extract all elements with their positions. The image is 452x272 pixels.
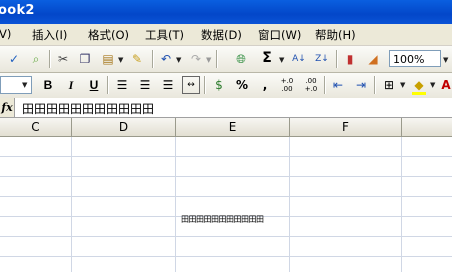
borders-dropdown-icon[interactable]: ▼	[400, 81, 405, 89]
research-icon[interactable]: ⌕	[27, 50, 45, 68]
paste-icon[interactable]: ▤	[99, 50, 117, 68]
menu-view[interactable]: V)	[0, 27, 11, 41]
formula-input[interactable]: 田田田田田田田田田田田	[22, 100, 154, 117]
font-size-dropdown-icon[interactable]: ▼	[22, 81, 27, 89]
menu-format[interactable]: 格式(O)	[88, 27, 129, 43]
sort-descending-icon[interactable]: Z↓	[313, 50, 331, 68]
autosum-dropdown-icon[interactable]: ▼	[279, 56, 284, 64]
increase-decimal-button[interactable]: +.0 .00	[276, 76, 298, 94]
column-header-c[interactable]: C	[0, 118, 72, 137]
column-header-d[interactable]: D	[72, 118, 176, 137]
comma-style-button[interactable]: ,	[256, 76, 274, 94]
menu-insert[interactable]: 插入(I)	[32, 27, 67, 43]
underline-button[interactable]: U	[85, 76, 103, 94]
formatting-toolbar: ▼ B I U ☰ ☰ ☰ ↔ $ % , +.0 .00 .00 +.0 ⇤ …	[0, 73, 452, 99]
zoom-dropdown-icon[interactable]: ▼	[443, 56, 448, 64]
standard-toolbar: ✓ ⌕ ✂ ❐ ▤ ▼ ✎ ↶ ▼ ↷ ▼ 🌐︎ Σ ▼ A↓ Z↓ ▮ ◢ 1…	[0, 46, 452, 73]
cell-e-text[interactable]: 田田田田田田田田田田田	[181, 214, 264, 225]
paste-dropdown-icon[interactable]: ▼	[118, 56, 123, 64]
insert-function-icon[interactable]: fx	[0, 98, 15, 117]
menu-bar: V) 插入(I) 格式(O) 工具(T) 数据(D) 窗口(W) 帮助(H)	[0, 24, 452, 46]
formula-bar: fx 田田田田田田田田田田田	[0, 98, 452, 118]
currency-icon[interactable]: $	[210, 76, 228, 94]
align-right-icon[interactable]: ☰	[159, 76, 177, 94]
align-center-icon[interactable]: ☰	[136, 76, 154, 94]
copy-icon[interactable]: ❐	[76, 50, 94, 68]
decrease-decimal-button[interactable]: .00 +.0	[300, 76, 322, 94]
drawing-icon[interactable]: ◢	[364, 50, 382, 68]
italic-button[interactable]: I	[62, 76, 80, 94]
merge-center-icon[interactable]: ↔	[182, 76, 200, 94]
chart-wizard-icon[interactable]: ▮	[341, 50, 359, 68]
align-left-icon[interactable]: ☰	[113, 76, 131, 94]
format-painter-icon[interactable]: ✎	[128, 50, 146, 68]
column-header-e[interactable]: E	[176, 118, 290, 137]
percent-button[interactable]: %	[233, 76, 251, 94]
menu-window[interactable]: 窗口(W)	[258, 27, 301, 43]
column-header-f[interactable]: F	[290, 118, 402, 137]
menu-help[interactable]: 帮助(H)	[315, 27, 356, 43]
font-color-icon[interactable]: A	[440, 76, 452, 94]
decrease-indent-icon[interactable]: ⇤	[329, 76, 347, 94]
hyperlink-icon[interactable]: 🌐︎	[232, 50, 250, 68]
menu-tools[interactable]: 工具(T)	[145, 27, 184, 43]
undo-icon[interactable]: ↶	[157, 50, 175, 68]
spreadsheet-grid[interactable]: 田田田田田田田田田田田	[0, 137, 452, 272]
sort-ascending-icon[interactable]: A↓	[290, 50, 308, 68]
bold-button[interactable]: B	[39, 76, 57, 94]
cut-icon[interactable]: ✂	[54, 50, 72, 68]
column-header-g[interactable]	[402, 118, 452, 137]
increase-indent-icon[interactable]: ⇥	[352, 76, 370, 94]
window-title: ook2	[0, 3, 35, 18]
zoom-select[interactable]: 100%	[389, 50, 441, 67]
redo-icon[interactable]: ↷	[187, 50, 205, 68]
undo-dropdown-icon[interactable]: ▼	[176, 56, 181, 64]
borders-icon[interactable]: ⊞	[380, 76, 398, 94]
fill-color-dropdown-icon[interactable]: ▼	[430, 81, 435, 89]
redo-dropdown-icon[interactable]: ▼	[206, 56, 211, 64]
title-bar: ook2	[0, 0, 452, 24]
menu-data[interactable]: 数据(D)	[201, 27, 242, 43]
autosum-icon[interactable]: Σ	[258, 49, 276, 67]
spelling-icon[interactable]: ✓	[5, 50, 23, 68]
